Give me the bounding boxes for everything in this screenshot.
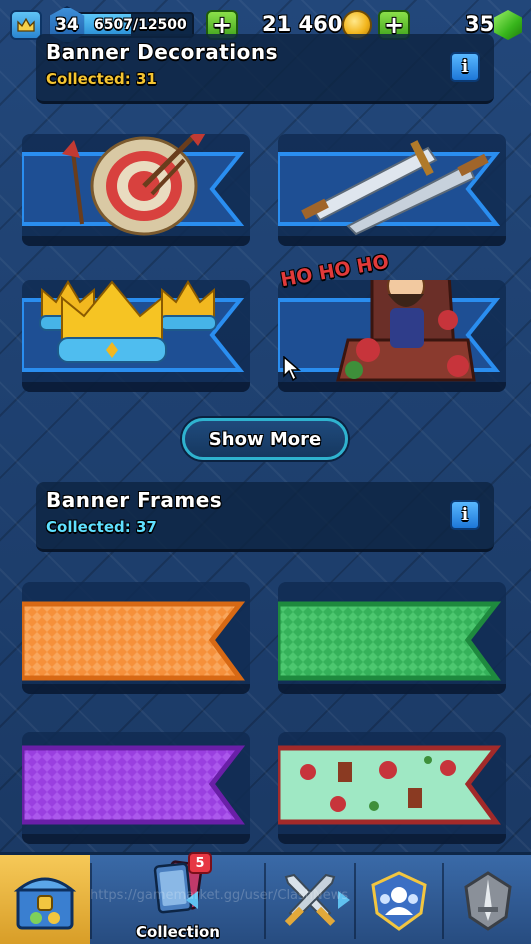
banner-frames-header: Banner Frames Collected: 37 i — [36, 482, 494, 552]
frame-tile-purple[interactable] — [22, 732, 250, 844]
orange-banner-icon — [22, 601, 246, 681]
info-button[interactable]: i — [450, 500, 480, 530]
banner-decorations-header: Banner Decorations Collected: 31 i — [36, 34, 494, 104]
banner-with-crowns-icon — [22, 280, 245, 372]
section-title: Banner Frames — [46, 488, 223, 512]
collected-count: Collected: 31 — [46, 70, 157, 88]
experience-text: 6507/12500 — [94, 17, 187, 33]
decoration-tile-king[interactable]: HO HO HO — [278, 251, 506, 392]
banner-with-swords-icon — [278, 140, 501, 236]
collected-count: Collected: 37 — [46, 518, 157, 536]
tab-shop[interactable] — [0, 855, 90, 944]
banner-with-target-icon — [22, 134, 245, 236]
decoration-tile-crowns[interactable] — [22, 280, 250, 392]
gold-amount: 21 460 — [262, 12, 343, 36]
tab-tournaments[interactable] — [444, 855, 531, 944]
frame-tile-green[interactable] — [278, 582, 506, 694]
info-button[interactable]: i — [450, 52, 480, 82]
purple-banner-icon — [22, 745, 246, 825]
tournament-icon — [463, 871, 512, 931]
collection-label: Collection — [136, 923, 220, 941]
frame-tile-orange[interactable] — [22, 582, 250, 694]
gem-icon — [494, 10, 522, 40]
green-banner-icon — [278, 601, 502, 681]
frame-tile-festive[interactable] — [278, 732, 506, 844]
watermark: https://gamemarket.gg/user/ClashNews — [90, 888, 349, 903]
show-more-button[interactable]: Show More — [182, 418, 348, 460]
decoration-tile-swords[interactable] — [278, 134, 506, 246]
section-title: Banner Decorations — [46, 40, 279, 64]
banner-with-king-icon — [278, 280, 501, 382]
crown-icon — [17, 17, 35, 32]
gem-amount: 35 — [465, 12, 495, 36]
chest-icon — [13, 877, 77, 930]
level-text: 34 — [55, 15, 79, 35]
new-cards-badge: 5 — [188, 852, 212, 874]
clan-icon — [371, 871, 427, 931]
decoration-tile-target[interactable] — [22, 134, 250, 246]
festive-banner-icon — [278, 745, 502, 825]
mouse-cursor-icon — [283, 356, 301, 382]
profile-crown-button[interactable] — [10, 10, 42, 40]
tab-clan[interactable] — [356, 855, 442, 944]
